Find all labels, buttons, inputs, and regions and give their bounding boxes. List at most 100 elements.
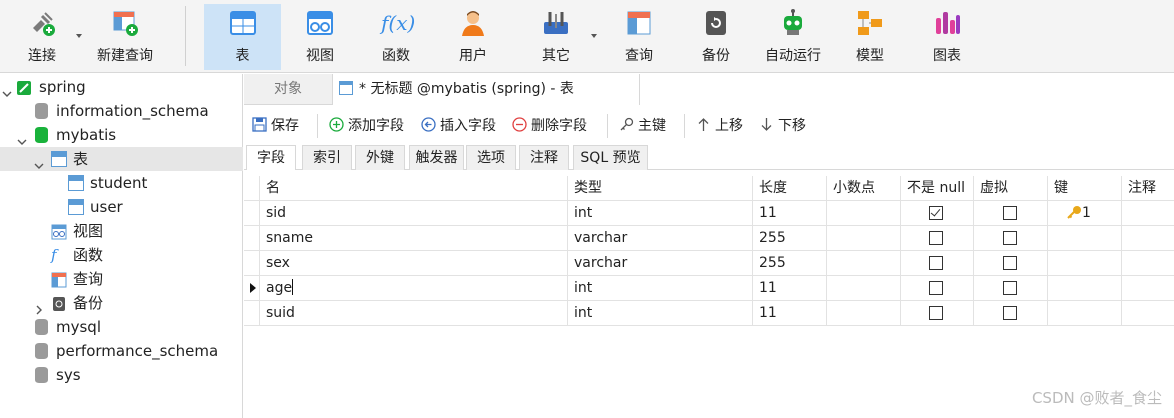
row-header[interactable] xyxy=(244,226,260,251)
field-length-cell[interactable]: 255 xyxy=(753,251,827,276)
tree-item-sys[interactable]: sys xyxy=(0,363,243,387)
other-dropdown-icon[interactable] xyxy=(591,34,597,38)
chevron-down-icon[interactable] xyxy=(2,82,12,97)
field-key-cell[interactable] xyxy=(1048,226,1122,251)
add-field-button[interactable]: 添加字段 xyxy=(329,116,404,136)
subtab-triggers[interactable]: 触发器 xyxy=(409,145,464,170)
field-name-cell[interactable]: sname xyxy=(260,226,568,251)
connect-button[interactable]: 连接 xyxy=(14,4,70,70)
field-key-cell[interactable]: 1 xyxy=(1048,201,1122,226)
save-button[interactable]: 保存 xyxy=(252,116,299,136)
row-header[interactable] xyxy=(244,301,260,326)
tree-item-information-schema[interactable]: information_schema xyxy=(0,99,243,123)
field-length-cell[interactable]: 11 xyxy=(753,276,827,301)
view-button[interactable]: 视图 xyxy=(290,4,350,70)
column-header-type[interactable]: 类型 xyxy=(568,176,753,201)
column-header-decimals[interactable]: 小数点 xyxy=(827,176,901,201)
field-decimals-cell[interactable] xyxy=(827,276,901,301)
column-header-length[interactable]: 长度 xyxy=(753,176,827,201)
subtab-foreign-keys[interactable]: 外键 xyxy=(355,145,405,170)
row-header[interactable] xyxy=(244,276,260,301)
model-button[interactable]: 模型 xyxy=(840,4,900,70)
field-comment-cell[interactable] xyxy=(1122,276,1174,301)
delete-field-button[interactable]: 删除字段 xyxy=(512,116,587,136)
virtual-checkbox[interactable] xyxy=(1003,256,1017,270)
column-header-key[interactable]: 键 xyxy=(1048,176,1122,201)
tree-item-student[interactable]: student xyxy=(0,171,243,195)
not-null-checkbox[interactable] xyxy=(929,206,943,220)
column-header-not-null[interactable]: 不是 null xyxy=(901,176,974,201)
chevron-down-icon[interactable] xyxy=(17,130,27,145)
field-name-cell[interactable]: sex xyxy=(260,251,568,276)
tree-item-queries[interactable]: 查询 xyxy=(0,267,243,291)
insert-field-button[interactable]: 插入字段 xyxy=(421,116,496,136)
tree-connection-spring[interactable]: spring xyxy=(0,75,243,99)
field-type-cell[interactable]: int xyxy=(568,276,753,301)
field-key-cell[interactable] xyxy=(1048,301,1122,326)
virtual-checkbox[interactable] xyxy=(1003,306,1017,320)
chevron-down-icon[interactable] xyxy=(34,154,44,169)
field-type-cell[interactable]: varchar xyxy=(568,251,753,276)
field-length-cell[interactable]: 11 xyxy=(753,201,827,226)
field-length-cell[interactable]: 11 xyxy=(753,301,827,326)
tab-objects[interactable]: 对象 xyxy=(244,74,332,105)
field-name-cell[interactable]: sid xyxy=(260,201,568,226)
virtual-checkbox[interactable] xyxy=(1003,281,1017,295)
column-header-comment[interactable]: 注释 xyxy=(1122,176,1174,201)
field-name-cell[interactable]: age xyxy=(260,276,568,301)
primary-key-button[interactable]: 主键 xyxy=(619,116,666,136)
new-query-button[interactable]: 新建查询 xyxy=(90,4,160,70)
move-down-button[interactable]: 下移 xyxy=(759,116,806,136)
field-decimals-cell[interactable] xyxy=(827,301,901,326)
tree-item-functions[interactable]: f 函数 xyxy=(0,243,243,267)
row-header[interactable] xyxy=(244,251,260,276)
row-header[interactable] xyxy=(244,201,260,226)
tree-item-views[interactable]: 视图 xyxy=(0,219,243,243)
virtual-checkbox[interactable] xyxy=(1003,206,1017,220)
field-comment-cell[interactable] xyxy=(1122,226,1174,251)
subtab-options[interactable]: 选项 xyxy=(466,145,516,170)
subtab-indexes[interactable]: 索引 xyxy=(302,145,352,170)
field-decimals-cell[interactable] xyxy=(827,226,901,251)
field-key-cell[interactable] xyxy=(1048,276,1122,301)
field-decimals-cell[interactable] xyxy=(827,251,901,276)
field-type-cell[interactable]: varchar xyxy=(568,226,753,251)
field-length-cell[interactable]: 255 xyxy=(753,226,827,251)
user-button[interactable]: 用户 xyxy=(443,4,503,70)
chart-button[interactable]: 图表 xyxy=(917,4,977,70)
query-button[interactable]: 查询 xyxy=(609,4,669,70)
field-key-cell[interactable] xyxy=(1048,251,1122,276)
automation-button[interactable]: 自动运行 xyxy=(760,4,826,70)
field-name-cell[interactable]: suid xyxy=(260,301,568,326)
column-header-virtual[interactable]: 虚拟 xyxy=(974,176,1048,201)
subtab-sql-preview[interactable]: SQL 预览 xyxy=(573,145,648,170)
tab-table-designer[interactable]: * 无标题 @mybatis (spring) - 表 xyxy=(332,74,640,105)
tree-item-user[interactable]: user xyxy=(0,195,243,219)
tree-item-backups[interactable]: 备份 xyxy=(0,291,243,315)
tree-item-mysql[interactable]: mysql xyxy=(0,315,243,339)
field-type-cell[interactable]: int xyxy=(568,301,753,326)
chevron-right-icon[interactable] xyxy=(34,298,44,315)
connect-dropdown-icon[interactable] xyxy=(76,34,82,38)
table-button[interactable]: 表 xyxy=(204,4,281,70)
tree-item-mybatis[interactable]: mybatis xyxy=(0,123,243,147)
field-comment-cell[interactable] xyxy=(1122,301,1174,326)
tree-item-performance-schema[interactable]: performance_schema xyxy=(0,339,243,363)
other-button[interactable]: 其它 xyxy=(526,4,586,70)
column-header-name[interactable]: 名 xyxy=(260,176,568,201)
field-decimals-cell[interactable] xyxy=(827,201,901,226)
not-null-checkbox[interactable] xyxy=(929,281,943,295)
field-comment-cell[interactable] xyxy=(1122,251,1174,276)
not-null-checkbox[interactable] xyxy=(929,231,943,245)
not-null-checkbox[interactable] xyxy=(929,306,943,320)
subtab-comments[interactable]: 注释 xyxy=(519,145,569,170)
subtab-fields[interactable]: 字段 xyxy=(246,145,296,170)
field-type-cell[interactable]: int xyxy=(568,201,753,226)
not-null-checkbox[interactable] xyxy=(929,256,943,270)
backup-button[interactable]: 备份 xyxy=(686,4,746,70)
field-comment-cell[interactable] xyxy=(1122,201,1174,226)
virtual-checkbox[interactable] xyxy=(1003,231,1017,245)
function-button[interactable]: f(x) 函数 xyxy=(366,4,426,70)
move-up-button[interactable]: 上移 xyxy=(696,116,743,136)
tree-item-tables[interactable]: 表 xyxy=(0,147,243,171)
